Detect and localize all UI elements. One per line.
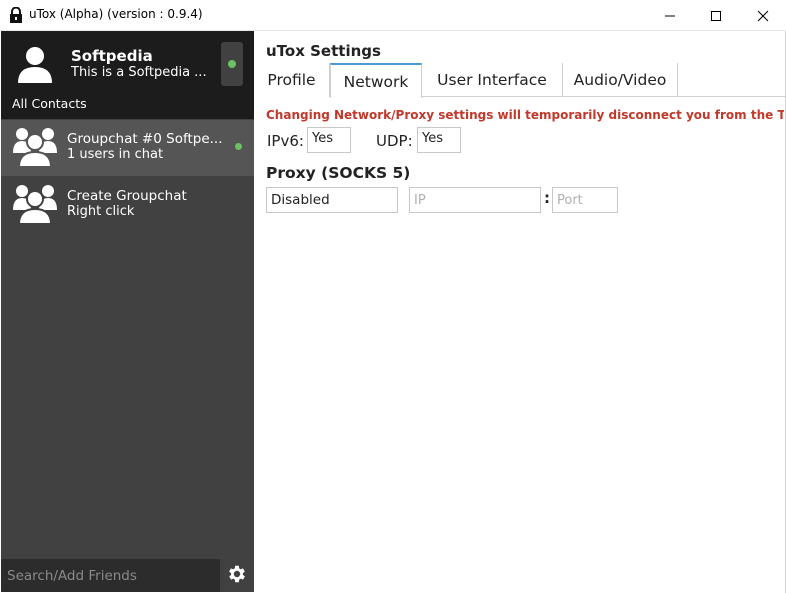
lock-icon [10,7,22,23]
contact-subtitle: 1 users in chat [67,147,164,162]
maximize-icon [711,10,721,21]
self-status-message[interactable]: This is a Softpedia ... [71,65,207,80]
tab-profile[interactable]: Profile [254,63,330,97]
settings-tabs: Profile Network User Interface Audio/Vid… [254,63,786,98]
close-button[interactable] [740,0,786,31]
search-add-friends-input[interactable] [1,559,220,592]
maximize-button[interactable] [693,0,739,31]
contact-item-create-groupchat[interactable]: Create Groupchat Right click [1,177,254,233]
proxy-dropdown[interactable]: Disabled [266,187,398,213]
self-name[interactable]: Softpedia [71,47,153,65]
window-titlebar: uTox (Alpha) (version : 0.9.4) [0,0,786,31]
contact-name: Create Groupchat [67,188,187,204]
proxy-port-input[interactable] [552,187,618,213]
proxy-ip-input[interactable] [409,187,541,213]
close-icon [757,10,769,21]
online-status-icon [228,60,236,68]
minimize-icon [665,15,675,16]
tab-audio-video[interactable]: Audio/Video [563,63,678,97]
group-avatar-icon [13,185,57,224]
udp-dropdown[interactable]: Yes [417,127,461,153]
status-button[interactable] [221,42,243,86]
user-avatar-icon [18,47,52,83]
group-avatar-icon [13,128,57,167]
ip-port-separator: : [544,189,550,207]
page-title: uTox Settings [266,42,381,60]
tab-network[interactable]: Network [330,63,422,98]
sidebar: Softpedia This is a Softpedia ... All Co… [1,31,254,592]
contact-name: Groupchat #0 Softpe... [67,131,223,147]
network-warning-text: Changing Network/Proxy settings will tem… [266,108,784,122]
tab-user-interface[interactable]: User Interface [422,63,563,97]
settings-panel: uTox Settings Profile Network User Inter… [254,31,786,593]
ipv6-dropdown[interactable]: Yes [307,127,351,153]
online-status-icon [235,143,242,150]
ipv6-label: IPv6: [267,132,304,150]
contact-subtitle: Right click [67,204,135,219]
window-title: uTox (Alpha) (version : 0.9.4) [29,7,203,21]
gear-icon[interactable] [226,563,248,585]
search-box[interactable] [1,559,220,592]
contacts-filter-label[interactable]: All Contacts [12,96,87,111]
udp-label: UDP: [376,132,413,150]
minimize-button[interactable] [647,0,693,31]
self-profile-panel[interactable]: Softpedia This is a Softpedia ... All Co… [1,31,254,119]
proxy-section-title: Proxy (SOCKS 5) [266,164,411,182]
contact-item-groupchat[interactable]: Groupchat #0 Softpe... 1 users in chat [1,120,254,176]
